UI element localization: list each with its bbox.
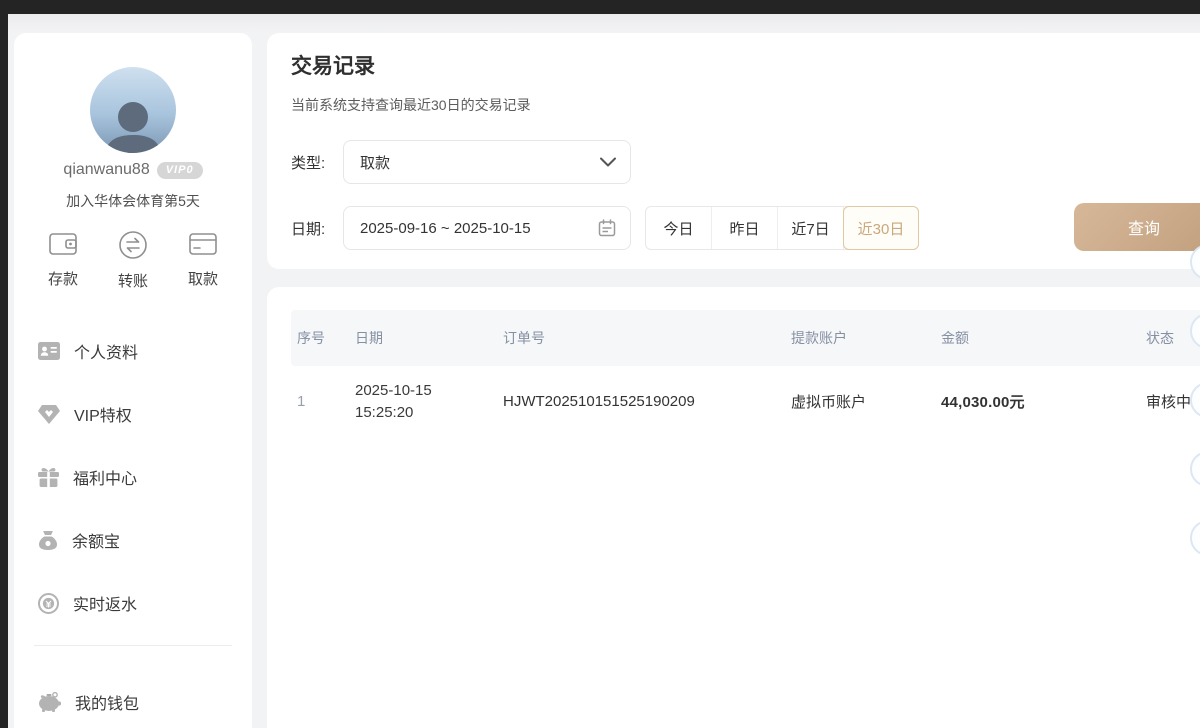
bank-card-icon [187, 229, 219, 259]
gift-icon [38, 467, 59, 487]
sidebar-item-welfare-label: 福利中心 [73, 465, 137, 489]
chevron-down-icon [600, 157, 616, 167]
col-header-index: 序号 [291, 310, 355, 366]
page-top-background [8, 14, 1200, 33]
sidebar-item-wallet[interactable]: 我的钱包 [38, 684, 228, 720]
profile-sidebar: qianwanu88 VIP0 加入华体会体育第5天 存款 转账 [14, 33, 252, 728]
window-top-edge [0, 0, 1200, 14]
date-filter-label: 日期: [291, 218, 343, 239]
deposit-button[interactable]: 存款 [32, 229, 94, 291]
sidebar-menu: 个人资料 VIP特权 福利中心 余额宝 [38, 333, 228, 648]
sidebar-divider [34, 645, 232, 646]
row-index: 1 [291, 366, 355, 438]
date-range-input[interactable]: 2025-09-16 ~ 2025-10-15 [343, 206, 631, 250]
query-button[interactable]: 查询 [1074, 203, 1200, 251]
vip-gem-icon [38, 405, 60, 424]
window-left-edge [0, 0, 8, 728]
col-header-account: 提款账户 [791, 310, 941, 366]
vip-level-badge: VIP0 [157, 162, 203, 179]
transaction-table-panel: 序号 日期 订单号 提款账户 金额 状态 1 2025-10-15 15:25:… [267, 287, 1200, 728]
sidebar-item-rebate-label: 实时返水 [73, 591, 137, 615]
type-select-value: 取款 [360, 152, 600, 173]
rebate-coin-icon [38, 593, 59, 614]
row-account: 虚拟币账户 [791, 366, 941, 438]
deposit-label: 存款 [48, 268, 78, 289]
calendar-icon [598, 219, 616, 237]
quick-actions: 存款 转账 取款 [32, 229, 234, 291]
range-7days-button[interactable]: 近7日 [778, 207, 844, 249]
col-header-date: 日期 [355, 310, 503, 366]
join-days-text: 加入华体会体育第5天 [14, 191, 252, 211]
type-filter-label: 类型: [291, 152, 343, 173]
page-title: 交易记录 [291, 50, 1200, 80]
money-bag-icon [38, 530, 58, 550]
piggy-bank-icon [38, 692, 61, 712]
transfer-icon [117, 229, 149, 261]
table-row: 1 2025-10-15 15:25:20 HJWT20251015152519… [291, 366, 1200, 438]
id-card-icon [38, 342, 60, 360]
transfer-label: 转账 [118, 270, 148, 291]
type-select[interactable]: 取款 [343, 140, 631, 184]
quick-range-group: 今日 昨日 近7日 近30日 [645, 206, 919, 250]
sidebar-item-vip-label: VIP特权 [74, 402, 132, 426]
transaction-filter-panel: 交易记录 当前系统支持查询最近30日的交易记录 类型: 取款 日期: 2025-… [267, 33, 1200, 269]
sidebar-item-yuebao-label: 余额宝 [72, 528, 120, 552]
sidebar-item-welfare[interactable]: 福利中心 [38, 459, 228, 495]
sidebar-item-vip[interactable]: VIP特权 [38, 396, 228, 432]
user-avatar[interactable] [90, 67, 176, 153]
date-range-value: 2025-09-16 ~ 2025-10-15 [360, 220, 598, 237]
sidebar-item-profile-label: 个人资料 [74, 339, 138, 363]
sidebar-item-yuebao[interactable]: 余额宝 [38, 522, 228, 558]
range-today-button[interactable]: 今日 [646, 207, 712, 249]
range-30days-button[interactable]: 近30日 [843, 206, 919, 250]
row-order-number: HJWT202510151525190209 [503, 366, 791, 438]
withdraw-button[interactable]: 取款 [172, 229, 234, 291]
row-date: 2025-10-15 [355, 380, 432, 402]
col-header-order: 订单号 [503, 310, 791, 366]
sidebar-item-profile[interactable]: 个人资料 [38, 333, 228, 369]
avatar-person-icon [98, 95, 168, 153]
sidebar-item-rebate[interactable]: 实时返水 [38, 585, 228, 621]
row-time: 15:25:20 [355, 402, 432, 424]
wallet-icon [47, 229, 79, 259]
withdraw-label: 取款 [188, 268, 218, 289]
col-header-amount: 金额 [941, 310, 1146, 366]
transfer-button[interactable]: 转账 [102, 229, 164, 291]
table-header-row: 序号 日期 订单号 提款账户 金额 状态 [291, 310, 1200, 366]
page-subtitle: 当前系统支持查询最近30日的交易记录 [291, 95, 1200, 115]
sidebar-item-wallet-label: 我的钱包 [75, 690, 139, 714]
range-yesterday-button[interactable]: 昨日 [712, 207, 778, 249]
username: qianwanu88 [63, 161, 149, 179]
row-amount: 44,030.00元 [941, 366, 1146, 438]
